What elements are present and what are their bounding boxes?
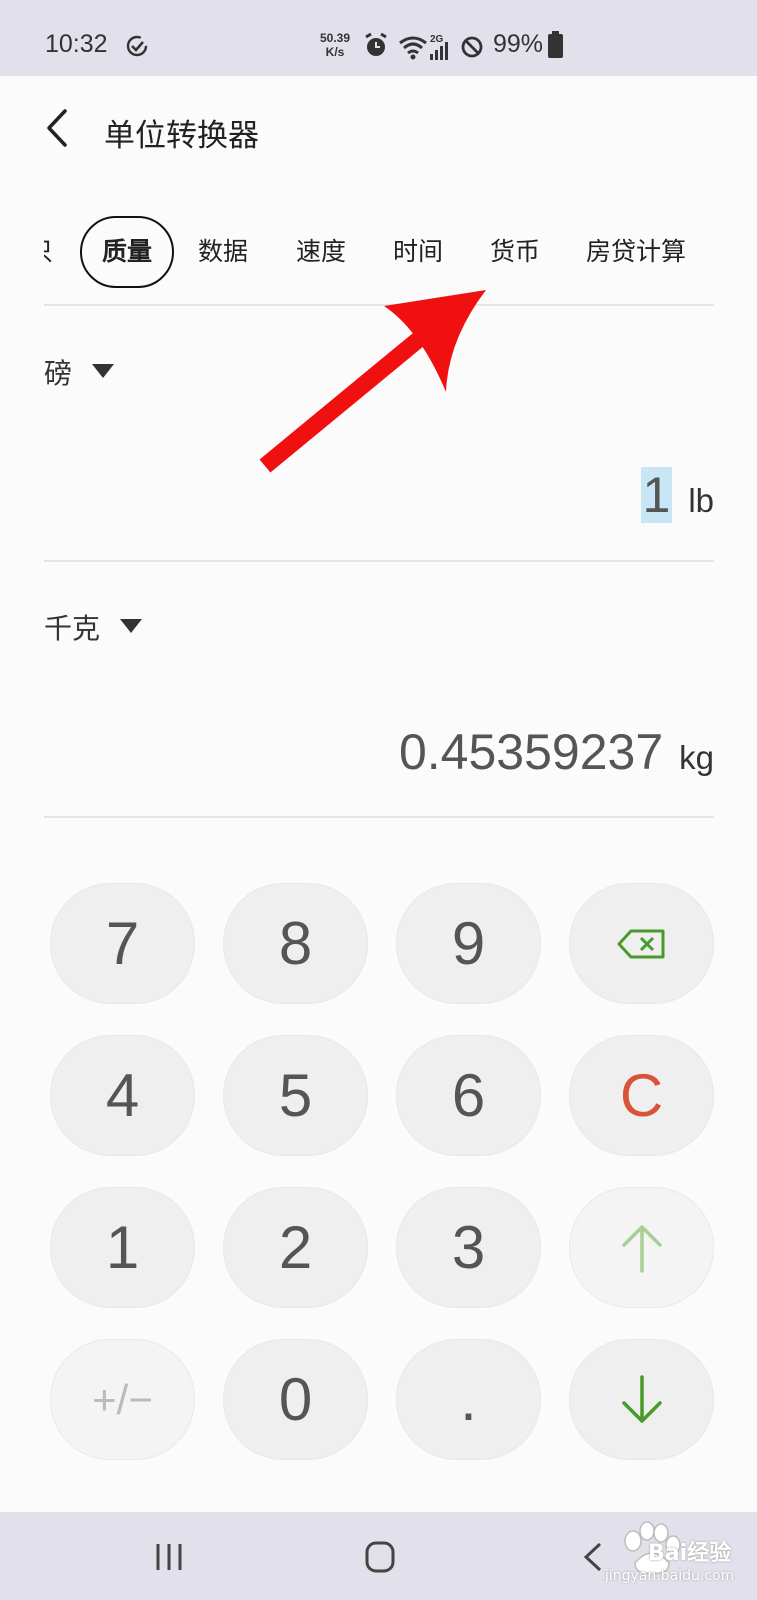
- backspace-icon: [617, 929, 664, 958]
- status-bar: 10:32 50.39 K/s 2G 99%: [0, 0, 757, 76]
- key-5[interactable]: 5: [223, 1035, 368, 1156]
- to-unit-symbol: kg: [679, 739, 714, 776]
- category-tabs: 只 质量 数据 速度 时间 货币 房贷计算: [44, 210, 714, 294]
- tab-currency[interactable]: 货币: [490, 216, 540, 288]
- to-unit-label: 千克: [44, 612, 101, 645]
- key-1[interactable]: 1: [50, 1187, 195, 1308]
- back-arrow-icon[interactable]: [35, 103, 85, 153]
- move-up-button[interactable]: [569, 1187, 714, 1308]
- status-time: 10:32: [45, 30, 108, 58]
- from-unit-label: 磅: [44, 357, 73, 390]
- to-unit-dropdown[interactable]: 千克: [44, 607, 143, 647]
- tab-time[interactable]: 时间: [393, 216, 443, 288]
- key-6[interactable]: 6: [396, 1035, 541, 1156]
- arrow-up-icon: [621, 1224, 662, 1273]
- page-title: 单位转换器: [104, 118, 259, 154]
- key-2[interactable]: 2: [223, 1187, 368, 1308]
- status-icons: 2G: [365, 32, 483, 60]
- key-0[interactable]: 0: [223, 1339, 368, 1460]
- from-value[interactable]: 1: [640, 467, 673, 523]
- decimal-button[interactable]: .: [396, 1339, 541, 1460]
- network-speed: 50.39 K/s: [319, 31, 351, 59]
- from-unit-symbol: lb: [688, 482, 714, 519]
- watermark-brand: Bai经验: [648, 1541, 732, 1566]
- divider: [44, 560, 714, 562]
- from-value-row[interactable]: 1 lb: [640, 466, 714, 524]
- battery-percent: 99%: [493, 30, 544, 58]
- to-value-row[interactable]: 0.45359237 kg: [399, 723, 714, 781]
- dropdown-caret-icon: [120, 619, 143, 633]
- dropdown-caret-icon: [92, 364, 115, 378]
- divider: [44, 816, 714, 818]
- key-9[interactable]: 9: [396, 883, 541, 1004]
- divider: [44, 304, 714, 306]
- svg-text:2G: 2G: [430, 34, 444, 45]
- do-not-disturb-icon: [461, 36, 483, 58]
- home-icon[interactable]: [355, 1532, 405, 1582]
- tab-mortgage[interactable]: 房贷计算: [586, 216, 686, 288]
- clear-button[interactable]: C: [569, 1035, 714, 1156]
- tab-mass[interactable]: 质量: [80, 216, 175, 288]
- tab-partial[interactable]: 只: [44, 216, 53, 288]
- sync-check-icon: [126, 35, 148, 57]
- sign-toggle-button[interactable]: +/−: [50, 1339, 195, 1460]
- battery-icon: [548, 31, 563, 58]
- key-8[interactable]: 8: [223, 883, 368, 1004]
- key-7[interactable]: 7: [50, 883, 195, 1004]
- key-4[interactable]: 4: [50, 1035, 195, 1156]
- move-down-button[interactable]: [569, 1339, 714, 1460]
- wifi-icon: [399, 36, 427, 60]
- tab-speed[interactable]: 速度: [296, 216, 346, 288]
- app-header: 单位转换器: [0, 76, 757, 186]
- to-value[interactable]: 0.45359237: [399, 724, 663, 780]
- key-3[interactable]: 3: [396, 1187, 541, 1308]
- recent-apps-icon[interactable]: [144, 1532, 194, 1582]
- arrow-down-icon: [621, 1374, 662, 1423]
- backspace-button[interactable]: [569, 883, 714, 1004]
- watermark-site: jingyan.baidu.com: [605, 1568, 735, 1584]
- tab-data[interactable]: 数据: [198, 216, 248, 288]
- from-unit-dropdown[interactable]: 磅: [44, 352, 115, 392]
- alarm-icon: [365, 32, 387, 56]
